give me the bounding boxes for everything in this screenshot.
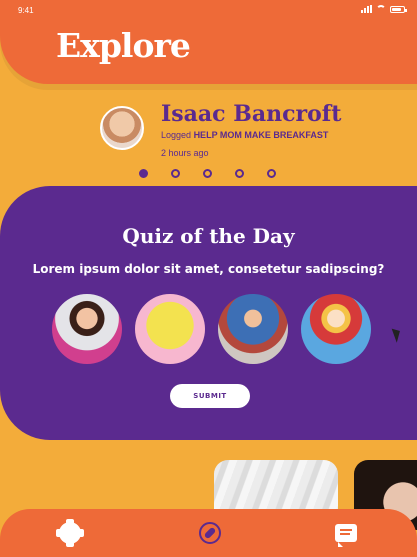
cellular-signal-icon xyxy=(361,5,372,13)
quiz-options xyxy=(52,294,371,364)
activity-prefix: Logged xyxy=(161,130,192,140)
pager-dot[interactable] xyxy=(171,169,180,178)
quiz-card: Quiz of the Day Lorem ipsum dolor sit am… xyxy=(0,186,417,440)
status-time: 9:41 xyxy=(18,6,34,15)
quiz-title: Quiz of the Day xyxy=(122,224,295,248)
activity-task: HELP MOM MAKE BREAKFAST xyxy=(193,130,329,140)
activity-timestamp: 2 hours ago xyxy=(161,148,209,158)
status-icons xyxy=(361,5,407,13)
settings-icon xyxy=(56,522,84,544)
pager-dot[interactable] xyxy=(203,169,212,178)
nav-chat[interactable] xyxy=(332,519,360,547)
quiz-option-2[interactable] xyxy=(135,294,205,364)
compass-icon xyxy=(199,522,221,544)
activity-description: Logged HELP MOM MAKE BREAKFAST xyxy=(161,130,328,140)
quiz-question: Lorem ipsum dolor sit amet, consetetur s… xyxy=(32,262,385,276)
user-avatar[interactable] xyxy=(100,106,144,150)
pager-dot[interactable] xyxy=(139,169,148,178)
pager-dot[interactable] xyxy=(235,169,244,178)
user-name[interactable]: Isaac Bancroft xyxy=(161,101,341,127)
quiz-option-4[interactable] xyxy=(301,294,371,364)
chat-icon xyxy=(335,524,357,547)
pager-dot[interactable] xyxy=(267,169,276,178)
page-title: Explore xyxy=(56,26,191,65)
bottom-nav xyxy=(0,509,417,557)
quiz-option-3[interactable] xyxy=(218,294,288,364)
submit-button[interactable]: SUBMIT xyxy=(170,384,250,408)
nav-explore[interactable] xyxy=(196,519,224,547)
wifi-icon xyxy=(376,5,386,13)
carousel-pager xyxy=(139,169,276,178)
status-bar: 9:41 xyxy=(0,0,417,20)
nav-settings[interactable] xyxy=(56,519,84,547)
quiz-option-1[interactable] xyxy=(52,294,122,364)
battery-icon xyxy=(390,5,407,13)
